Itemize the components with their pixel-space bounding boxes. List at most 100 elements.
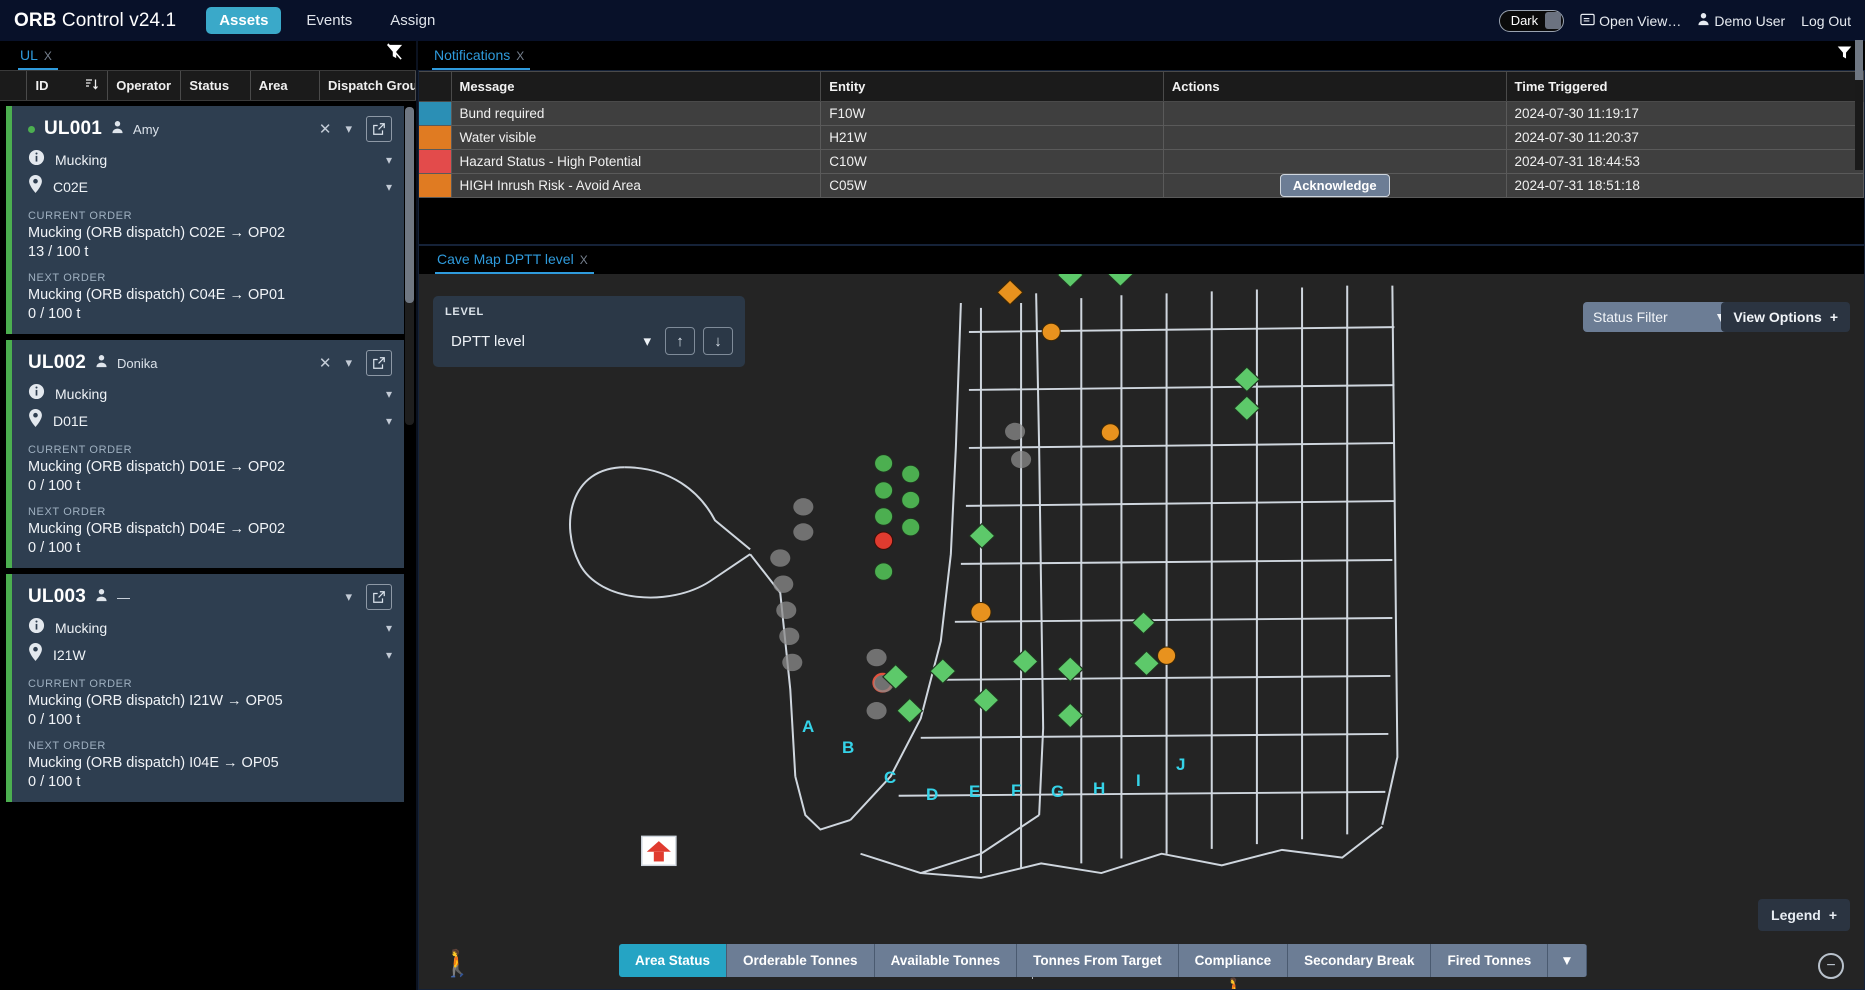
marker-green [902, 518, 920, 535]
user-label: Demo User [1714, 13, 1785, 29]
nav-events[interactable]: Events [293, 7, 365, 34]
filter-icon[interactable] [385, 42, 404, 66]
notification-time: 2024-07-31 18:44:53 [1506, 150, 1863, 174]
top-bar: ORB Control v24.1 Assets Events Assign D… [0, 0, 1865, 41]
notifications-filter-icon[interactable] [1836, 44, 1853, 66]
tab-ul[interactable]: UL X [18, 44, 58, 70]
theme-toggle[interactable]: Dark [1499, 10, 1564, 32]
status-chevron[interactable]: ▾ [386, 387, 392, 401]
marker-diamond-green [1012, 649, 1038, 674]
area-chevron[interactable]: ▾ [386, 180, 392, 194]
area-text: I21W [53, 647, 86, 663]
metric-tab-secondary-break[interactable]: Secondary Break [1288, 944, 1431, 977]
table-row[interactable]: Water visible H21W 2024-07-30 11:20:37 [419, 126, 1864, 150]
current-order-tonnes: 0 / 100 t [28, 712, 392, 728]
map-metric-tabs: Area Status Orderable Tonnes Available T… [619, 944, 1587, 977]
tab-ul-close[interactable]: X [44, 49, 52, 63]
acknowledge-button[interactable]: Acknowledge [1280, 174, 1390, 197]
user-menu[interactable]: Demo User [1697, 12, 1785, 29]
grid-col-dispatch-group[interactable]: Dispatch Group [320, 71, 416, 100]
severity-col-header [419, 72, 451, 102]
col-message[interactable]: Message [451, 72, 821, 102]
table-row[interactable]: HIGH Inrush Risk - Avoid Area C05W Ackno… [419, 174, 1864, 198]
logout-button[interactable]: Log Out [1801, 13, 1851, 29]
user-icon [1697, 12, 1710, 29]
marker-diamond-green [1132, 612, 1155, 634]
asset-card-list: UL001 Amy ✕ ▾ Mucking [0, 101, 416, 990]
col-entity[interactable]: Entity [821, 72, 1164, 102]
tab-cave-map-close[interactable]: X [580, 253, 588, 267]
notifications-scrollbar-thumb[interactable] [1855, 40, 1863, 80]
status-chevron[interactable]: ▾ [386, 153, 392, 167]
open-view-button[interactable]: Open View… [1580, 12, 1681, 30]
open-detail-button[interactable] [366, 350, 392, 376]
pedestrian-legend-icon: 🚶 [441, 948, 473, 979]
grid-col-area[interactable]: Area [251, 71, 320, 100]
level-selector-panel: LEVEL DPTT level ▾ ↑ ↓ [433, 296, 745, 367]
collapse-card-chevron[interactable]: ▾ [345, 355, 352, 371]
metric-tabs-more-button[interactable]: ▼ [1548, 944, 1586, 977]
status-chevron[interactable]: ▾ [386, 621, 392, 635]
asset-card-ul001[interactable]: UL001 Amy ✕ ▾ Mucking [6, 106, 404, 334]
marker-diamond-green [1234, 396, 1260, 421]
asset-card-actions: ✕ ▾ [319, 116, 392, 142]
marker-diamond-green [930, 659, 956, 684]
open-detail-button[interactable] [366, 116, 392, 142]
notification-actions [1163, 150, 1506, 174]
nav-assets[interactable]: Assets [206, 7, 281, 34]
grid-col-id-label: ID [35, 78, 48, 93]
area-chevron[interactable]: ▾ [386, 414, 392, 428]
grid-col-operator[interactable]: Operator [108, 71, 181, 100]
clear-assignment-button[interactable]: ✕ [319, 120, 332, 138]
tab-notifications-close[interactable]: X [516, 49, 524, 63]
col-time-triggered[interactable]: Time Triggered [1506, 72, 1863, 102]
assets-scrollbar[interactable] [405, 107, 414, 425]
window-icon [1580, 12, 1595, 30]
table-row[interactable]: Bund required F10W 2024-07-30 11:19:17 [419, 102, 1864, 126]
clear-assignment-button[interactable]: ✕ [319, 354, 332, 372]
level-down-button[interactable]: ↓ [703, 327, 733, 355]
metric-tab-orderable-tonnes[interactable]: Orderable Tonnes [727, 944, 875, 977]
grid-col-status[interactable]: Status [181, 71, 250, 100]
area-text: D01E [53, 413, 88, 429]
status-filter-label: Status Filter [1593, 309, 1668, 325]
metric-tab-tonnes-from-target[interactable]: Tonnes From Target [1017, 944, 1179, 977]
asset-card-ul002[interactable]: UL002 Donika ✕ ▾ Mucking [6, 340, 404, 568]
metric-tab-area-status[interactable]: Area Status [619, 944, 727, 977]
status-filter-dropdown[interactable]: Status Filter ▼ [1583, 302, 1738, 332]
table-row[interactable]: Hazard Status - High Potential C10W 2024… [419, 150, 1864, 174]
zoom-out-button[interactable]: − [1818, 953, 1844, 979]
collapse-card-chevron[interactable]: ▾ [345, 589, 352, 605]
map-markers-layer [419, 274, 1864, 989]
open-detail-button[interactable] [366, 584, 392, 610]
metric-tab-fired-tonnes[interactable]: Fired Tonnes [1431, 944, 1548, 977]
info-icon [28, 383, 45, 405]
sort-descending-icon[interactable] [85, 78, 99, 94]
notifications-scrollbar[interactable] [1855, 40, 1863, 170]
tab-cave-map[interactable]: Cave Map DPTT level X [435, 248, 594, 274]
area-chevron[interactable]: ▾ [386, 648, 392, 662]
tab-notifications[interactable]: Notifications X [432, 44, 530, 70]
map-canvas[interactable]: Workshop A B C D E F G H I J [419, 274, 1864, 989]
legend-button[interactable]: Legend + [1758, 899, 1850, 931]
marker-orange [1042, 323, 1060, 340]
marker-green [875, 482, 893, 499]
grid-col-id[interactable]: ID [27, 71, 108, 100]
metric-tab-compliance[interactable]: Compliance [1179, 944, 1289, 977]
collapse-card-chevron[interactable]: ▾ [345, 121, 352, 137]
assets-scrollbar-thumb[interactable] [405, 107, 414, 303]
status-text: Mucking [55, 620, 107, 636]
marker-diamond-green [1234, 367, 1260, 392]
asset-card-header: UL003 — ▾ [28, 584, 392, 610]
grid-col-spacer [0, 71, 27, 100]
view-options-button[interactable]: View Options + [1721, 302, 1850, 332]
col-actions[interactable]: Actions [1163, 72, 1506, 102]
status-text: Mucking [55, 152, 107, 168]
metric-tab-available-tonnes[interactable]: Available Tonnes [875, 944, 1018, 977]
nav-assign[interactable]: Assign [377, 7, 448, 34]
asset-card-ul003[interactable]: UL003 — ▾ Mucking ▾ [6, 574, 404, 802]
asset-id: UL003 [28, 586, 86, 608]
level-dropdown[interactable]: DPTT level ▾ [445, 327, 657, 355]
level-up-button[interactable]: ↑ [665, 327, 695, 355]
marker-green [902, 491, 920, 508]
